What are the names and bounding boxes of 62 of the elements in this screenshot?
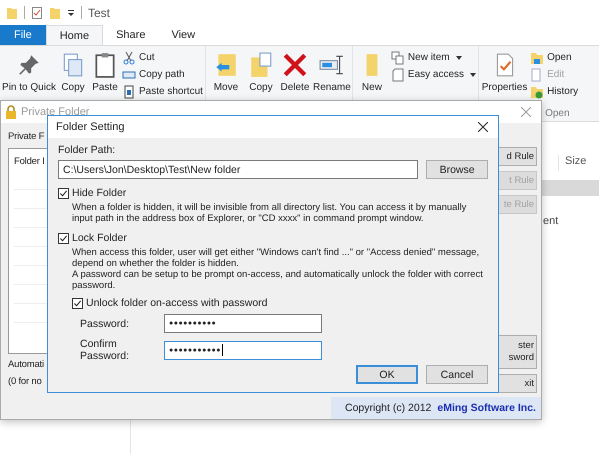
easy-access-button[interactable]: Easy access	[390, 67, 476, 82]
checkbox[interactable]	[58, 188, 69, 198]
description-text: When a folder is hidden, it will be invisible from all directory list. You can access it by manually input path in the address box of Explorer, or "CD xxxx" in command prompt window.	[72, 202, 468, 224]
list-label: Private F	[8, 131, 46, 142]
folder-icon	[530, 50, 544, 64]
ribbon-tab[interactable]: File	[0, 25, 46, 45]
history-icon	[530, 84, 544, 98]
path-field[interactable]: C:\Users\Jon\Desktop\Test\New folder	[58, 160, 418, 179]
column-header[interactable]: Size	[558, 155, 599, 171]
group-label: Open	[545, 108, 570, 119]
delete-button[interactable]: Delete	[278, 50, 312, 93]
paste-button[interactable]: Paste	[90, 50, 120, 93]
ribbon-tab[interactable]: View	[158, 25, 208, 45]
history-button[interactable]: History	[530, 84, 578, 99]
rename-button[interactable]: Rename	[314, 50, 350, 93]
new-item-icon	[390, 50, 405, 64]
delete-icon	[282, 52, 308, 78]
dialog-title: Folder Setting	[56, 121, 126, 133]
scissors-icon	[122, 50, 136, 64]
copyright-text: Copyright (c) 2012	[345, 402, 432, 414]
window-title: Test	[88, 6, 110, 20]
new-folder-button[interactable]: New	[354, 50, 389, 93]
setting-label: Automati	[8, 358, 45, 371]
cancel-button[interactable]: Cancel	[426, 365, 488, 384]
checked-document-icon[interactable]	[31, 6, 43, 20]
copy-to-button[interactable]: Copy	[246, 50, 276, 93]
cut-button[interactable]: Cut	[122, 50, 203, 65]
ok-button[interactable]: OK	[356, 365, 418, 384]
ribbon-tab[interactable]: Home	[46, 25, 104, 45]
checkbox[interactable]	[72, 298, 83, 308]
field-label: Folder Path:	[58, 144, 116, 156]
close-icon	[521, 107, 531, 117]
checkbox-label[interactable]: Unlock folder on-access with password	[86, 297, 268, 309]
ribbon-tab[interactable]: Share	[103, 25, 158, 45]
description-text: A password can be setup to be prompt on-access, and automatically unlock the folder with correct password.	[72, 269, 484, 291]
column-header[interactable]: Folder I	[14, 156, 45, 167]
checkbox-label[interactable]: Lock Folder	[72, 232, 127, 244]
file-name: ent	[543, 215, 560, 227]
company-link[interactable]: eMing Software Inc.	[437, 402, 536, 414]
setting-label: (0 for no	[8, 375, 43, 388]
document-icon	[390, 68, 405, 82]
field-label: Confirm Password:	[80, 338, 130, 362]
description-text: When access this folder, user will get either "Windows can't find ..." or "Access denied" message, depend on whether the folder is hidden.	[72, 247, 480, 269]
paste-shortcut-button[interactable]: Paste shortcut	[122, 84, 203, 99]
customize-icon[interactable]	[67, 8, 75, 16]
lock-icon	[5, 105, 17, 119]
pin-button[interactable]: Pin to Quick	[2, 50, 56, 93]
checkbox-label[interactable]: Hide Folder	[72, 187, 126, 199]
copy-path-button[interactable]: Copy path	[122, 67, 203, 82]
browse-button[interactable]: Browse	[426, 160, 488, 179]
properties-button[interactable]: Properties	[481, 50, 528, 93]
caret-icon	[456, 56, 462, 60]
open-button[interactable]: Open	[530, 50, 578, 65]
window-title: Private Folder	[21, 106, 90, 118]
caret-icon	[470, 72, 476, 76]
clipboard-icon	[122, 84, 136, 98]
checkbox[interactable]	[58, 232, 69, 244]
new-item-button[interactable]: New item	[390, 50, 476, 65]
move-to-button[interactable]: Move	[208, 50, 244, 93]
field-label: Password:	[80, 318, 130, 330]
copy-button[interactable]: Copy	[58, 50, 88, 93]
close-icon	[478, 122, 488, 132]
